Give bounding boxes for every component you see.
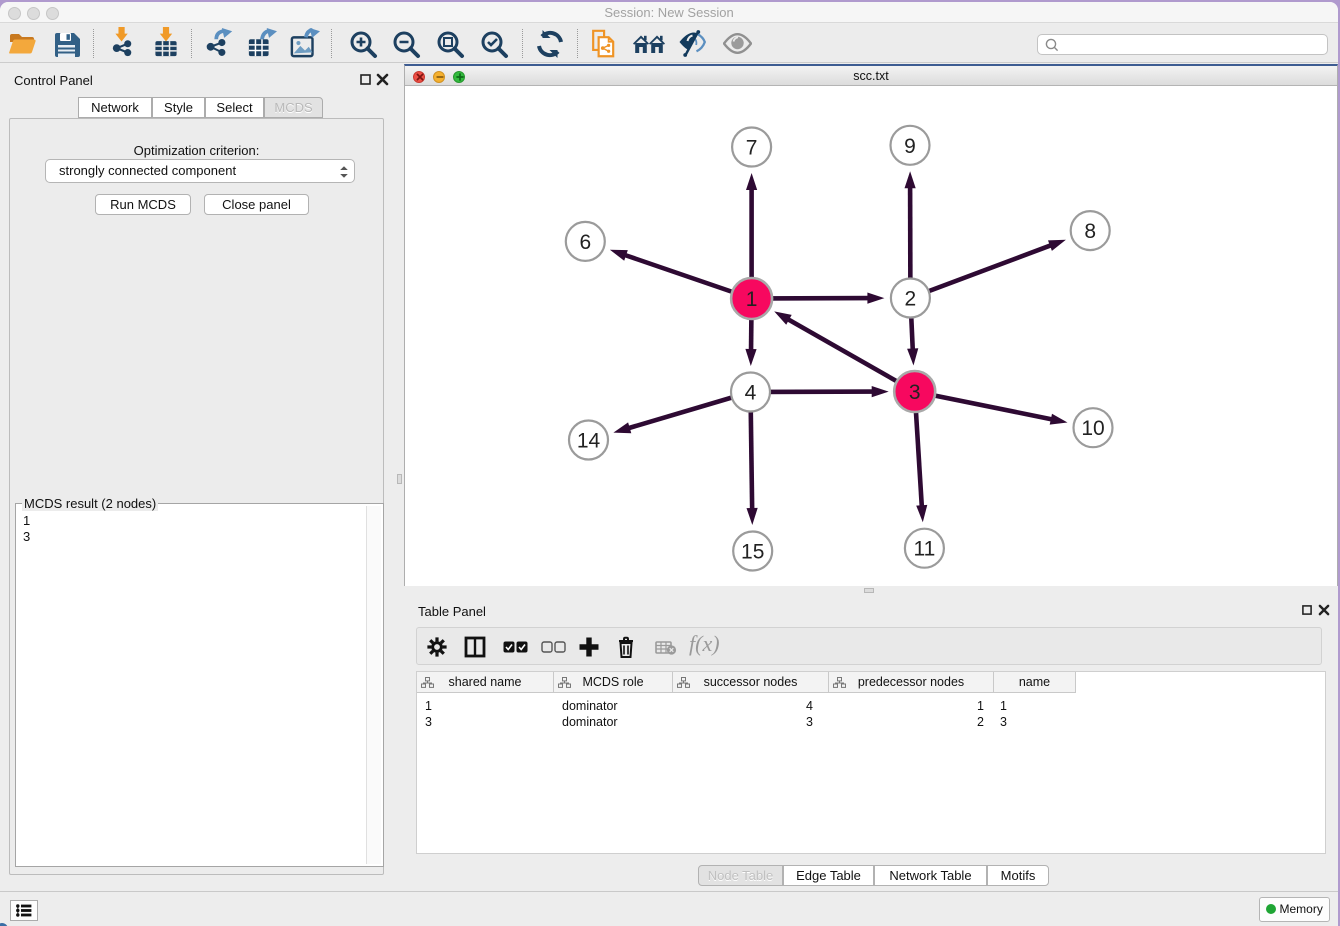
svg-text:3: 3 [909, 381, 921, 404]
svg-text:1: 1 [746, 288, 758, 311]
svg-text:11: 11 [913, 538, 935, 561]
svg-text:4: 4 [745, 382, 757, 405]
svg-text:9: 9 [904, 135, 916, 158]
svg-text:14: 14 [577, 430, 601, 453]
svg-text:8: 8 [1084, 220, 1096, 243]
svg-text:6: 6 [579, 231, 591, 254]
svg-text:15: 15 [741, 541, 764, 564]
svg-text:2: 2 [905, 288, 917, 311]
svg-text:7: 7 [746, 137, 758, 160]
svg-text:10: 10 [1081, 417, 1104, 440]
